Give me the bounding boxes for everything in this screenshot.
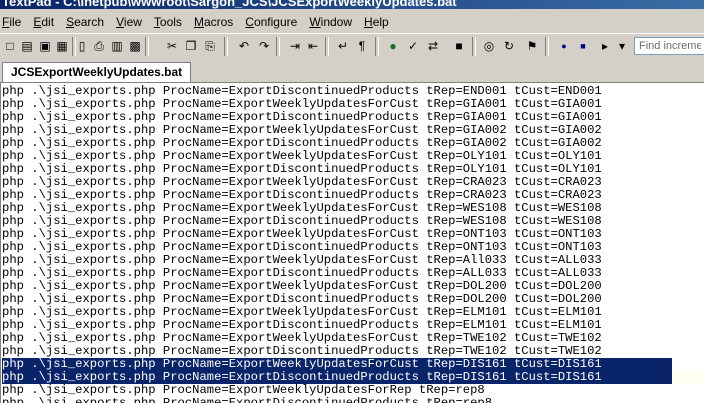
toolbar-separator bbox=[375, 37, 379, 56]
document-tab[interactable]: JCSExportWeeklyUpdates.bat bbox=[2, 62, 192, 82]
find-incremental-input[interactable] bbox=[634, 37, 704, 55]
menu-accelerator: M bbox=[193, 14, 204, 29]
menu-label: dit bbox=[41, 14, 55, 29]
menu-accelerator: C bbox=[245, 14, 254, 29]
menu-view[interactable]: View bbox=[114, 15, 148, 29]
menu-tools[interactable]: Tools bbox=[152, 15, 188, 29]
redo-icon[interactable]: ↷ bbox=[256, 38, 272, 54]
full-screen-icon[interactable]: ■ bbox=[451, 38, 467, 54]
web-browser-icon[interactable]: ● bbox=[385, 38, 401, 54]
indent-icon[interactable]: ⇥ bbox=[287, 38, 303, 54]
compare-icon[interactable]: ⇄ bbox=[425, 38, 441, 54]
text-editor[interactable]: php .\jsi_exports.php ProcName=ExportDis… bbox=[0, 83, 704, 403]
menu-label: elp bbox=[372, 14, 389, 29]
paste-icon[interactable]: ⎘ bbox=[202, 38, 218, 54]
toolbar-overflow-icon[interactable]: ▾ bbox=[614, 38, 630, 54]
copy-icon[interactable]: ❐ bbox=[183, 38, 199, 54]
document-properties-icon[interactable]: ▯ bbox=[74, 38, 90, 54]
menu-label: acros bbox=[203, 14, 234, 29]
toolbar-separator bbox=[224, 37, 228, 56]
menu-accelerator: S bbox=[66, 14, 75, 29]
word-wrap-icon[interactable]: ↵ bbox=[335, 38, 351, 54]
menu-label: ools bbox=[159, 14, 182, 29]
menu-configure[interactable]: Configure bbox=[243, 15, 303, 29]
toolbar-separator bbox=[276, 37, 280, 56]
print-preview-icon[interactable]: ▥ bbox=[109, 38, 125, 54]
find-in-files-icon[interactable]: ⚑ bbox=[524, 38, 540, 54]
menu-file[interactable]: File bbox=[0, 15, 27, 29]
undo-icon[interactable]: ↶ bbox=[236, 38, 252, 54]
menu-edit[interactable]: Edit bbox=[31, 15, 60, 29]
spell-check-icon[interactable]: ✓ bbox=[405, 38, 421, 54]
menu-macros[interactable]: Macros bbox=[192, 15, 239, 29]
toolbar: □▤▣▦▯⎙▥▩✂❐⎘↶↷⇥⇤↵¶●✓⇄■◎↻⚑●■▸▾ bbox=[0, 33, 704, 61]
current-line-highlight bbox=[671, 371, 704, 384]
document-tab-strip: JCSExportWeeklyUpdates.bat bbox=[0, 60, 704, 83]
macro-record-icon[interactable]: ● bbox=[556, 38, 572, 54]
menu-label: earch bbox=[74, 14, 105, 29]
open-folder-icon[interactable]: ▤ bbox=[19, 38, 35, 54]
toolbar-separator bbox=[545, 37, 549, 56]
new-file-icon[interactable]: □ bbox=[2, 38, 18, 54]
menu-label: ile bbox=[9, 14, 22, 29]
toolbar-separator bbox=[472, 37, 476, 56]
text-line[interactable]: php .\jsi_exports.php ProcName=ExportDis… bbox=[2, 397, 492, 403]
print-icon[interactable]: ⎙ bbox=[91, 38, 107, 54]
menu-label: onfigure bbox=[253, 14, 298, 29]
menu-accelerator: W bbox=[309, 14, 321, 29]
menu-bar: File Edit Search View Tools Macros Configure Wi… bbox=[0, 12, 704, 31]
outdent-icon[interactable]: ⇤ bbox=[305, 38, 321, 54]
find-icon[interactable]: ◎ bbox=[481, 38, 497, 54]
toolbar-separator bbox=[325, 37, 329, 56]
menu-label: iew bbox=[123, 14, 142, 29]
macro-stop-icon[interactable]: ■ bbox=[575, 38, 591, 54]
window-title-bar[interactable]: TextPad - C:\Inetpub\wwwroot\Sargon_JCS\… bbox=[0, 0, 704, 9]
menu-label: indow bbox=[320, 14, 353, 29]
menu-window[interactable]: Window bbox=[307, 15, 358, 29]
menu-help[interactable]: Help bbox=[362, 15, 395, 29]
menu-search[interactable]: Search bbox=[64, 15, 110, 29]
cut-icon[interactable]: ✂ bbox=[164, 38, 180, 54]
save-all-icon[interactable]: ▦ bbox=[54, 38, 70, 54]
toolbar-overflow-icon[interactable]: ▸ bbox=[597, 38, 613, 54]
replace-icon[interactable]: ↻ bbox=[501, 38, 517, 54]
save-icon[interactable]: ▣ bbox=[37, 38, 53, 54]
show-formatting-icon[interactable]: ¶ bbox=[354, 38, 370, 54]
toolbar-separator bbox=[145, 37, 149, 56]
menu-accelerator: V bbox=[116, 14, 124, 29]
window-title: TextPad - C:\Inetpub\wwwroot\Sargon_JCS\… bbox=[2, 0, 457, 9]
menu-accelerator: H bbox=[364, 14, 373, 29]
manage-files-icon[interactable]: ▩ bbox=[127, 38, 143, 54]
